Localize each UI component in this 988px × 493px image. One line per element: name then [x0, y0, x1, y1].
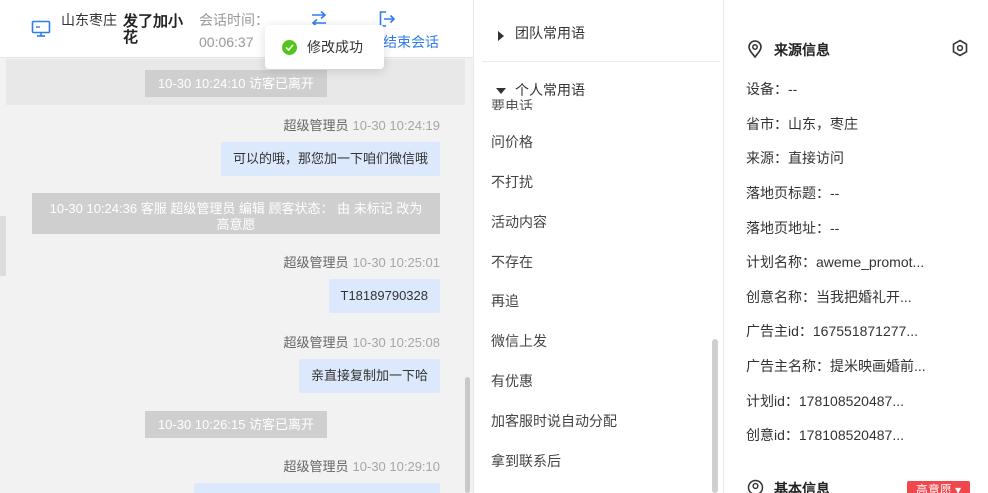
basic-info-title: 基本信息	[774, 481, 830, 493]
chat-bubble: T18189790328	[328, 279, 440, 313]
session-time-label: 会话时间：	[199, 12, 269, 28]
phrase-item[interactable]: 要电话	[491, 96, 533, 110]
session-time-value: 00:06:37	[199, 34, 254, 50]
sender-name: 超级管理员	[283, 459, 349, 474]
chat-messages[interactable]: 10-30 10:24:10 访客已离开 超级管理员 10-30 10:24:19…	[0, 59, 473, 493]
success-toast: 修改成功	[265, 25, 384, 69]
visitor-info-panel: 来源信息 设备：-- 省市：山东，枣庄 来源：直接访问 落地页标题：-- 落地页…	[725, 0, 988, 493]
phrase-item[interactable]: 不打扰	[491, 172, 533, 192]
caret-down-icon	[496, 83, 506, 94]
message-time: 10-30 10:25:01	[352, 255, 440, 270]
phrase-item[interactable]: 活动内容	[491, 212, 547, 232]
sender-name: 超级管理员	[283, 255, 349, 270]
chat-panel: 山东枣庄 发了加小花 会话时间： 00:06:37 结束会话 修改成功 10-3…	[0, 0, 473, 493]
message-time: 10-30 10:24:19	[352, 118, 440, 133]
info-plan-name: 计划名称：aweme_promot...	[746, 254, 925, 270]
phrase-item[interactable]: 问价格	[491, 132, 533, 152]
toast-message: 修改成功	[307, 39, 363, 55]
info-landing-title: 落地页标题：--	[746, 185, 840, 201]
system-message: 10-30 10:24:10 访客已离开	[145, 70, 327, 97]
end-session-button[interactable]: 结束会话	[383, 32, 439, 52]
message-sender: 超级管理员 10-30 10:24:19	[284, 117, 440, 135]
info-plan-id: 计划id：178108520487...	[746, 393, 904, 409]
phrase-item[interactable]: 不存在	[491, 252, 533, 272]
visitor-location: 山东枣庄	[61, 12, 117, 28]
phrase-item[interactable]: 加客服时说自动分配	[491, 411, 617, 431]
location-pin-icon	[747, 40, 763, 59]
monitor-icon	[31, 20, 51, 38]
user-icon	[747, 479, 764, 493]
phrases-panel: 团队常用语 个人常用语 要电话 问价格 不打扰 活动内容 不存在 再追 微信上发…	[473, 0, 724, 493]
info-source: 来源：直接访问	[746, 150, 844, 166]
message-time: 10-30 10:29:10	[352, 459, 440, 474]
system-message: 10-30 10:24:36 客服 超级管理员 编辑 顾客状态： 由 未标记 改…	[32, 193, 440, 234]
chat-scrollbar[interactable]	[465, 377, 470, 493]
info-creative-name: 创意名称：当我把婚礼开...	[746, 289, 912, 305]
info-province-city: 省市：山东，枣庄	[746, 116, 858, 132]
chat-header: 山东枣庄 发了加小花 会话时间： 00:06:37 结束会话	[0, 0, 473, 58]
source-info-title: 来源信息	[774, 42, 830, 58]
visitor-name[interactable]: 发了加小花	[123, 14, 187, 46]
check-circle-icon	[282, 40, 297, 55]
message-sender: 超级管理员 10-30 10:29:10	[284, 458, 440, 476]
message-time: 10-30 10:25:08	[352, 335, 440, 350]
message-sender: 超级管理员 10-30 10:25:08	[284, 334, 440, 352]
message-sender: 超级管理员 10-30 10:25:01	[284, 254, 440, 272]
phrase-item[interactable]: 拿到联系后	[491, 451, 561, 471]
phrases-scrollbar[interactable]	[712, 339, 718, 493]
info-creative-id: 创意id：178108520487...	[746, 427, 904, 443]
sender-name: 超级管理员	[283, 118, 349, 133]
phrase-item[interactable]: 再追	[491, 291, 519, 311]
info-device: 设备：--	[746, 81, 798, 97]
panel-edge	[0, 216, 6, 276]
intent-status-badge[interactable]: 高意愿 ▾	[907, 481, 970, 493]
caret-right-icon	[496, 28, 506, 41]
info-advertiser-id: 广告主id：167551871277...	[746, 323, 918, 339]
chat-bubble: 可以的哦，那您加一下咱们微信哦	[220, 142, 440, 176]
phrase-item[interactable]: 微信上发	[491, 331, 547, 351]
chat-bubble	[194, 483, 440, 493]
settings-icon[interactable]	[951, 39, 969, 57]
divider	[482, 61, 720, 62]
team-phrases-label: 团队常用语	[515, 25, 585, 41]
info-landing-url: 落地页地址：--	[746, 220, 840, 236]
team-phrases-group[interactable]: 团队常用语	[474, 19, 723, 49]
chat-bubble: 亲直接复制加一下哈	[298, 359, 440, 393]
info-advertiser-name: 广告主名称：提米映画婚前...	[746, 358, 926, 374]
phrase-item[interactable]: 有优惠	[491, 371, 533, 391]
sender-name: 超级管理员	[283, 335, 349, 350]
system-message: 10-30 10:26:15 访客已离开	[145, 411, 327, 438]
